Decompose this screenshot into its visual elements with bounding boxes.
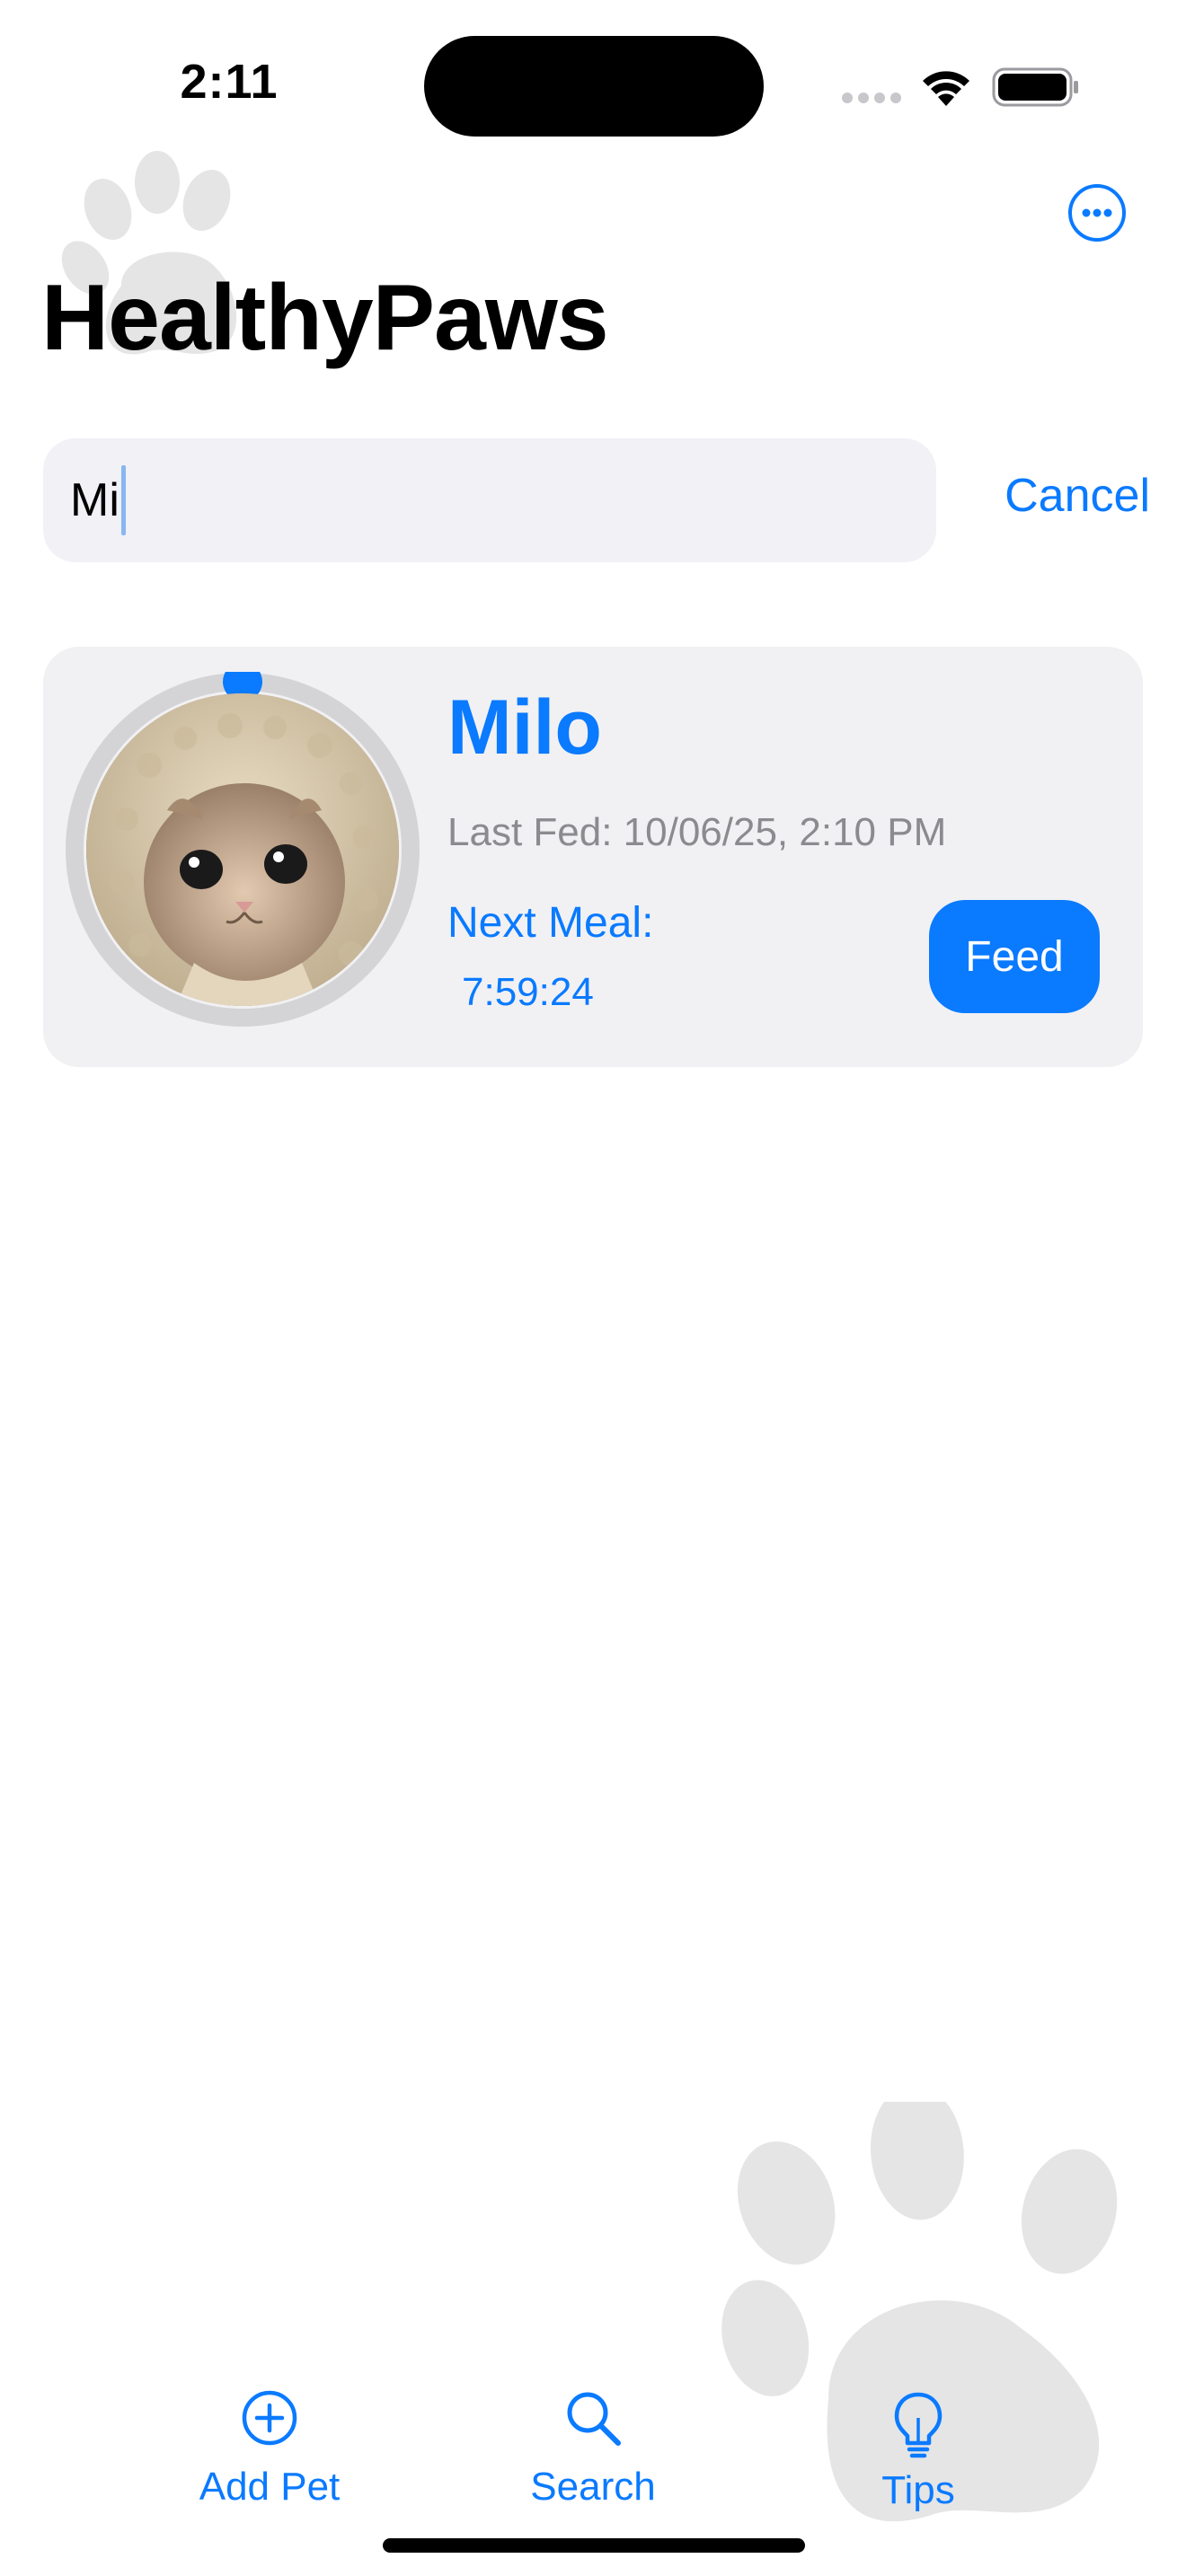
tab-label: Add Pet (199, 2465, 341, 2509)
battery-icon (992, 67, 1078, 107)
lightbulb-icon (894, 2392, 943, 2458)
plus-circle-icon (242, 2390, 297, 2446)
wifi-icon (923, 71, 969, 106)
tab-label: Search (530, 2465, 656, 2509)
cancel-search-button[interactable]: Cancel (988, 469, 1150, 523)
search-query-text: Mi (70, 474, 119, 526)
home-indicator (383, 2538, 805, 2553)
cellular-signal-icon (842, 93, 901, 103)
magnifier-icon (567, 2392, 621, 2446)
tab-search[interactable]: Search (494, 2389, 692, 2524)
dynamic-island (424, 36, 764, 137)
more-options-button[interactable] (1067, 183, 1127, 243)
tab-tips[interactable]: Tips (819, 2389, 1017, 2524)
next-meal-label: Next Meal: (447, 899, 654, 947)
app-screen: 2:11 HealthyPaws Mi Cancel Milo Last Fed… (0, 0, 1186, 2576)
feed-button[interactable]: Feed (929, 900, 1100, 1013)
next-meal-countdown: 7:59:24 (462, 970, 594, 1014)
pet-card[interactable]: Milo Last Fed: 10/06/25, 2:10 PM Next Me… (43, 647, 1143, 1067)
pet-name: Milo (447, 684, 602, 771)
last-fed-text: Last Fed: 10/06/25, 2:10 PM (447, 810, 947, 854)
text-cursor (120, 465, 126, 535)
pet-photo (86, 693, 399, 1006)
tab-add-pet[interactable]: Add Pet (171, 2389, 368, 2524)
search-input[interactable]: Mi (43, 438, 936, 562)
page-title: HealthyPaws (41, 266, 609, 370)
status-time: 2:11 (180, 55, 279, 109)
tab-label: Tips (881, 2468, 955, 2512)
